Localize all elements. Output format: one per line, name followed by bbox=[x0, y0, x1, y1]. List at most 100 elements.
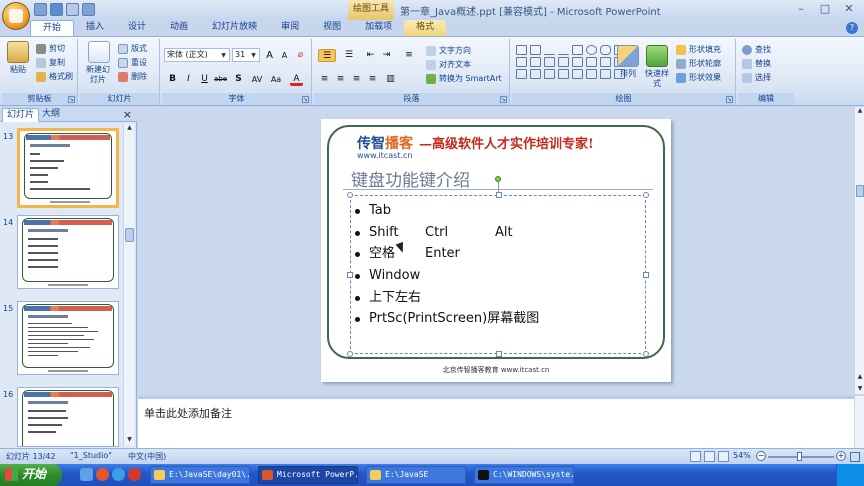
cut-button[interactable]: 剪切 bbox=[36, 42, 65, 55]
internet-explorer-icon[interactable] bbox=[112, 468, 125, 481]
normal-view-icon[interactable] bbox=[690, 451, 701, 462]
language-status[interactable]: 中文(中国) bbox=[128, 451, 166, 462]
zoom-level[interactable]: 54% bbox=[733, 451, 751, 460]
app-icon[interactable] bbox=[128, 468, 141, 481]
scroll-up-icon[interactable]: ▲ bbox=[124, 124, 135, 134]
paste-button[interactable]: 粘贴 bbox=[5, 39, 31, 75]
font-name-combo[interactable]: 宋体 (正文) ▼ bbox=[164, 48, 230, 62]
tab-view[interactable]: 视图 bbox=[311, 20, 353, 36]
resize-handle[interactable] bbox=[496, 192, 502, 198]
close-panel-icon[interactable]: × bbox=[123, 108, 132, 121]
slide-thumbnail-14[interactable] bbox=[17, 215, 119, 289]
redo-icon[interactable] bbox=[66, 3, 79, 16]
scrollbar-thumb[interactable] bbox=[125, 228, 134, 242]
tab-insert[interactable]: 插入 bbox=[74, 20, 116, 36]
slide-thumbnail-16[interactable] bbox=[17, 387, 119, 447]
slide-thumbnail-15[interactable] bbox=[17, 301, 119, 375]
increase-indent-icon[interactable]: ⇥ bbox=[380, 49, 393, 62]
line-shape-icon[interactable] bbox=[544, 45, 555, 55]
resize-handle[interactable] bbox=[496, 351, 502, 357]
taskbar-item-cmd[interactable]: C:\WINDOWS\syste... bbox=[474, 466, 574, 484]
show-desktop-icon[interactable] bbox=[80, 468, 93, 481]
font-launcher-icon[interactable]: ↘ bbox=[302, 96, 309, 103]
shrink-font-button[interactable]: A bbox=[278, 49, 291, 62]
bullet-item[interactable]: Shift Ctrl Alt bbox=[355, 222, 539, 244]
font-size-combo[interactable]: 31 ▼ bbox=[232, 48, 260, 62]
oval-shape-icon[interactable] bbox=[586, 45, 597, 55]
brace-shape-icon[interactable] bbox=[600, 69, 611, 79]
shape-effects-button[interactable]: 形状效果 bbox=[676, 71, 721, 84]
align-text-button[interactable]: 对齐文本 bbox=[426, 58, 471, 71]
zoom-slider-knob[interactable] bbox=[797, 452, 802, 461]
bold-button[interactable]: B bbox=[166, 73, 179, 86]
numbering-button[interactable]: ☰ bbox=[340, 49, 358, 62]
previous-slide-icon[interactable]: ▲ bbox=[855, 373, 864, 380]
bullet-item[interactable]: PrtSc(PrintScreen)屏幕截图 bbox=[355, 308, 539, 330]
bullets-button[interactable]: ☰ bbox=[318, 49, 336, 62]
format-painter-button[interactable]: 格式刷 bbox=[36, 70, 73, 83]
tab-animations[interactable]: 动画 bbox=[158, 20, 200, 36]
reset-button[interactable]: 重设 bbox=[118, 56, 147, 69]
quick-styles-button[interactable]: 快速样式 bbox=[642, 39, 672, 89]
tab-review[interactable]: 审阅 bbox=[269, 20, 311, 36]
minimize-button[interactable]: – bbox=[790, 2, 812, 17]
slides-panel-scrollbar[interactable]: ▲ ▼ bbox=[123, 124, 134, 446]
notes-placeholder[interactable]: 单击此处添加备注 bbox=[144, 405, 232, 421]
curve-shape-icon[interactable] bbox=[558, 69, 569, 79]
notes-pane[interactable]: 单击此处添加备注 bbox=[138, 396, 854, 448]
bullet-item[interactable]: 上下左右 bbox=[355, 287, 539, 309]
justify-icon[interactable]: ≡ bbox=[366, 73, 379, 86]
tab-outline[interactable]: 大纲 bbox=[38, 108, 64, 122]
office-button[interactable] bbox=[2, 2, 30, 30]
slide-title[interactable]: 键盘功能键介绍 bbox=[351, 166, 470, 191]
star-shape-icon[interactable] bbox=[530, 69, 541, 79]
browser-icon[interactable] bbox=[96, 468, 109, 481]
italic-button[interactable]: I bbox=[182, 73, 195, 86]
rectangle-shape-icon[interactable] bbox=[516, 57, 527, 67]
zoom-out-button[interactable]: − bbox=[756, 451, 766, 461]
columns-icon[interactable]: ▥ bbox=[384, 73, 397, 86]
tab-slides[interactable]: 幻灯片 bbox=[2, 108, 40, 122]
shapes-gallery[interactable] bbox=[516, 45, 626, 79]
paragraph-launcher-icon[interactable]: ↘ bbox=[500, 96, 507, 103]
resize-handle[interactable] bbox=[643, 272, 649, 278]
customize-qat-icon[interactable] bbox=[82, 3, 95, 16]
save-icon[interactable] bbox=[34, 3, 47, 16]
align-right-icon[interactable]: ≡ bbox=[350, 73, 363, 86]
line-spacing-icon[interactable]: ≡ bbox=[400, 49, 418, 62]
rectangle-shape-icon[interactable] bbox=[572, 45, 583, 55]
slide-sorter-view-icon[interactable] bbox=[704, 451, 715, 462]
smartart-button[interactable]: 转换为 SmartArt bbox=[426, 72, 502, 85]
resize-handle[interactable] bbox=[347, 351, 353, 357]
text-direction-button[interactable]: 文字方向 bbox=[426, 44, 471, 57]
brace-shape-icon[interactable] bbox=[586, 69, 597, 79]
taskbar-item-explorer-javase[interactable]: E:\JavaSE bbox=[366, 466, 466, 484]
clear-formatting-icon[interactable]: ⌀ bbox=[294, 49, 307, 62]
tab-addins[interactable]: 加载项 bbox=[353, 20, 404, 36]
bullet-item[interactable]: Window bbox=[355, 265, 539, 287]
undo-icon[interactable] bbox=[50, 3, 63, 16]
tab-format[interactable]: 格式 bbox=[404, 20, 447, 36]
arrange-button[interactable]: 排列 bbox=[616, 39, 640, 79]
slide-vertical-scrollbar[interactable]: ▲ ▲ ▼ bbox=[854, 107, 864, 394]
copy-button[interactable]: 复制 bbox=[36, 56, 65, 69]
clipboard-launcher-icon[interactable]: ↘ bbox=[68, 96, 75, 103]
font-color-button[interactable]: A bbox=[290, 73, 303, 86]
align-center-icon[interactable]: ≡ bbox=[334, 73, 347, 86]
bullet-item[interactable]: 空格 Enter bbox=[355, 243, 539, 265]
select-button[interactable]: 选择 bbox=[742, 71, 771, 84]
replace-button[interactable]: 替换 bbox=[742, 57, 771, 70]
tab-design[interactable]: 设计 bbox=[116, 20, 158, 36]
zoom-in-button[interactable]: + bbox=[836, 451, 846, 461]
drawing-launcher-icon[interactable]: ↘ bbox=[726, 96, 733, 103]
slideshow-view-icon[interactable] bbox=[718, 451, 729, 462]
close-button[interactable]: ✕ bbox=[838, 2, 860, 17]
resize-handle[interactable] bbox=[347, 192, 353, 198]
arrow-shape-icon[interactable] bbox=[572, 57, 583, 67]
scrollbar-thumb[interactable] bbox=[856, 185, 864, 197]
text-box-shape-icon[interactable] bbox=[530, 45, 541, 55]
maximize-button[interactable]: □ bbox=[814, 2, 836, 17]
shape-outline-button[interactable]: 形状轮廓 bbox=[676, 57, 721, 70]
rotation-handle[interactable] bbox=[495, 176, 501, 182]
notes-scrollbar[interactable] bbox=[854, 396, 864, 448]
